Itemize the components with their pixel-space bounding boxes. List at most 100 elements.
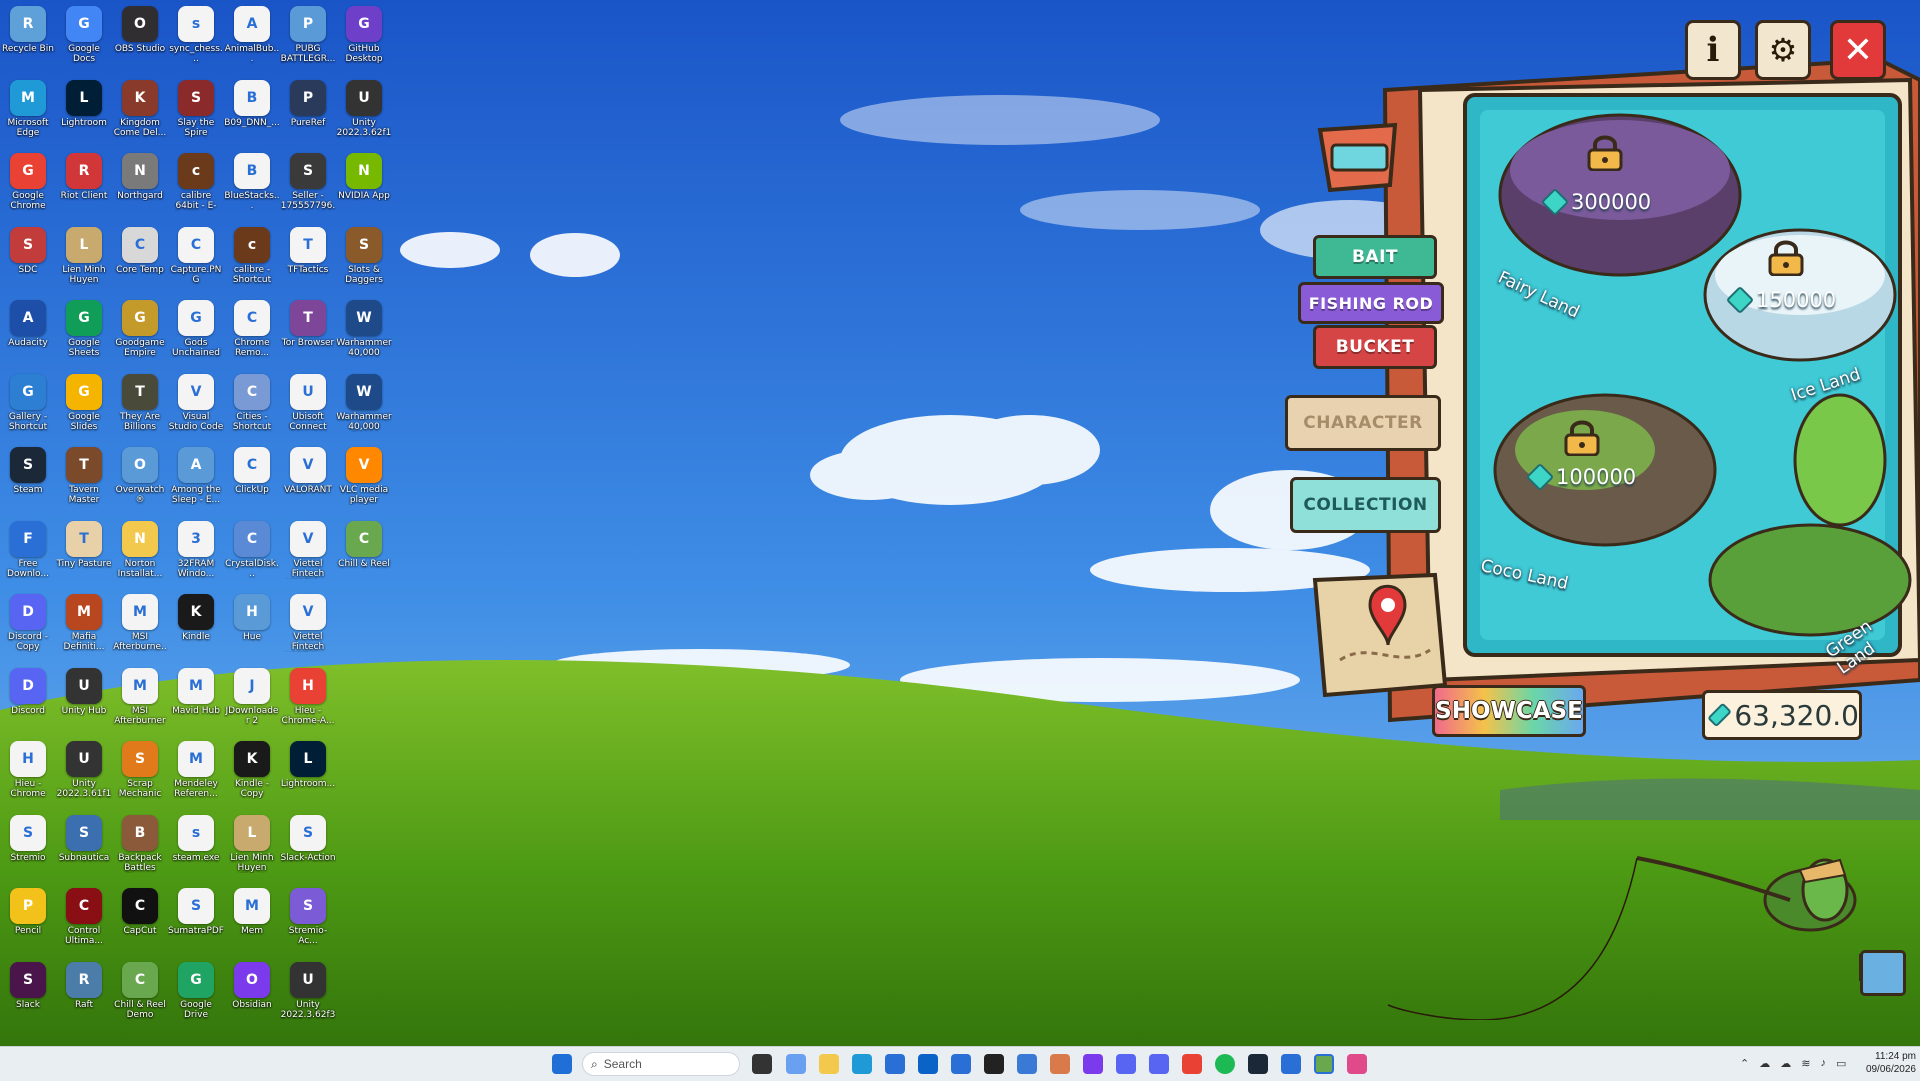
desktop-icon[interactable]: M Microsoft Edge [0, 76, 56, 148]
desktop-icon[interactable]: C Capture.PNG [168, 223, 224, 295]
desktop-icon[interactable]: L Lightroom [56, 76, 112, 148]
app-icon[interactable] [1281, 1054, 1301, 1074]
onedrive-icon[interactable]: ☁ [1780, 1057, 1791, 1071]
desktop-icon[interactable]: S Slots & Daggers [336, 223, 392, 295]
desktop-icon[interactable]: G Google Docs [56, 2, 112, 74]
desktop-icon[interactable]: M Mafia Definiti... [56, 590, 112, 662]
desktop-icon[interactable]: P PureRef [280, 76, 336, 148]
desktop-icon[interactable]: O OBS Studio [112, 2, 168, 74]
desktop-icon[interactable]: 3 32FRAM Windo... [168, 517, 224, 589]
desktop-icon[interactable]: K Kindle [168, 590, 224, 662]
chevron-up-icon[interactable]: ⌃ [1740, 1057, 1749, 1071]
desktop-icon[interactable]: O Obsidian [224, 958, 280, 1030]
desktop-icon[interactable]: M Mendeley Referen... [168, 737, 224, 809]
app-icon[interactable] [1116, 1054, 1136, 1074]
desktop-icon[interactable]: N Northgard [112, 149, 168, 221]
close-button[interactable]: ✕ [1830, 20, 1886, 80]
desktop-icon[interactable]: T TFTactics [280, 223, 336, 295]
desktop-icon[interactable]: C Chrome Remo... [224, 296, 280, 368]
app-icon[interactable] [1083, 1054, 1103, 1074]
map-pin-icon[interactable] [1315, 575, 1445, 695]
desktop-icon[interactable]: G Gods Unchained [168, 296, 224, 368]
desktop-icon[interactable]: C CrystalDisk... [224, 517, 280, 589]
desktop-icon[interactable]: P Pencil [0, 884, 56, 956]
desktop-icon[interactable]: ccalibre 64bit - E-book m... [168, 149, 224, 221]
desktop-icon[interactable]: K Kindle - Copy [224, 737, 280, 809]
store-icon[interactable] [885, 1054, 905, 1074]
desktop-icon[interactable]: N NVIDIA App [336, 149, 392, 221]
desktop-icon[interactable]: O Overwatch® [112, 443, 168, 515]
desktop-icon[interactable]: N Norton Installat... [112, 517, 168, 589]
desktop-icon[interactable]: R Raft [56, 958, 112, 1030]
desktop-icon[interactable]: SSeller - 175557796... [280, 149, 336, 221]
desktop-icon[interactable]: B BlueStacks... [224, 149, 280, 221]
chatgpt-icon[interactable] [984, 1054, 1004, 1074]
taskbar-search[interactable]: ⌕ Search [582, 1052, 740, 1076]
fish-bucket-icon[interactable] [1320, 125, 1395, 190]
desktop-icon[interactable]: A Audacity [0, 296, 56, 368]
tab-fishing-rod[interactable]: FISHING ROD [1298, 282, 1444, 324]
desktop-icon[interactable]: G Goodgame Empire [112, 296, 168, 368]
volume-icon[interactable]: ♪ [1820, 1057, 1826, 1071]
wifi-icon[interactable]: ≋ [1801, 1057, 1810, 1071]
desktop-icon[interactable]: S SumatraPDF [168, 884, 224, 956]
app-icon[interactable] [951, 1054, 971, 1074]
desktop-icon[interactable]: U Unity 2022.3.62f1 [336, 76, 392, 148]
desktop-icon[interactable]: G Google Sheets [56, 296, 112, 368]
desktop-icon[interactable]: U Unity Hub [56, 664, 112, 736]
desktop-icon[interactable]: C Cities - Shortcut [224, 370, 280, 442]
tab-bucket[interactable]: BUCKET [1313, 325, 1437, 369]
game-icon[interactable] [1314, 1054, 1334, 1074]
desktop-icon[interactable]: s sync_chess... [168, 2, 224, 74]
desktop-icon[interactable]: G Google Slides [56, 370, 112, 442]
desktop-icon[interactable]: LLien Minh Huyen Thoai [56, 223, 112, 295]
desktop-icon[interactable]: S Slay the Spire [168, 76, 224, 148]
journal-icon[interactable] [1860, 950, 1906, 996]
tray-icons[interactable]: ⌃ ☁ ☁ ≋ ♪ ▭ [1740, 1057, 1875, 1071]
outlook-icon[interactable] [918, 1054, 938, 1074]
desktop-icon[interactable]: G Google Drive [168, 958, 224, 1030]
desktop-icon[interactable]: T Tor Browser [280, 296, 336, 368]
desktop-icon[interactable]: R Recycle Bin [0, 2, 56, 74]
cloud-icon[interactable]: ☁ [1759, 1057, 1770, 1071]
desktop-icon[interactable]: S Steam [0, 443, 56, 515]
desktop-icon[interactable]: WWarhammer 40,000 Spa... [336, 296, 392, 368]
desktop-icon[interactable]: V VLC media player [336, 443, 392, 515]
spotify-icon[interactable] [1215, 1054, 1235, 1074]
desktop-icon[interactable]: U Unity 2022.3.62f3 [280, 958, 336, 1030]
desktop-icon[interactable]: S Stremio-Ac... [280, 884, 336, 956]
start-icon[interactable] [552, 1054, 572, 1074]
desktop-icon[interactable]: c calibre - Shortcut [224, 223, 280, 295]
desktop-icon[interactable]: K Kingdom Come Del... [112, 76, 168, 148]
file-explorer-icon[interactable] [819, 1054, 839, 1074]
desktop-icon[interactable]: S Slack-Action [280, 811, 336, 883]
desktop-icon[interactable]: R Riot Client [56, 149, 112, 221]
showcase-button[interactable]: SHOWCASE [1432, 685, 1586, 737]
desktop-icon[interactable]: C Chill & Reel [336, 517, 392, 589]
desktop-icon[interactable]: U Ubisoft Connect [280, 370, 336, 442]
desktop-icon[interactable]: U Unity 2022.3.61f1 [56, 737, 112, 809]
desktop-icon[interactable]: VViettel Fintech USBToken [280, 517, 336, 589]
desktop-icon[interactable]: MMSI Afterburne... [112, 590, 168, 662]
desktop-icon[interactable]: C CapCut [112, 884, 168, 956]
desktop-icon[interactable]: M MSI Afterburner [112, 664, 168, 736]
desktop-icon[interactable]: C Chill & Reel Demo [112, 958, 168, 1030]
clock[interactable]: 11:24 pm 09/06/2026 [1858, 1050, 1916, 1076]
settings-button[interactable]: ⚙ [1755, 20, 1811, 80]
desktop-icon[interactable]: LLien Minh Huyen Thoai [224, 811, 280, 883]
desktop-icon[interactable]: A AnimalBub... [224, 2, 280, 74]
tab-collection[interactable]: COLLECTION [1290, 477, 1441, 533]
info-button[interactable]: i [1685, 20, 1741, 80]
edge-icon[interactable] [852, 1054, 872, 1074]
desktop-icon[interactable]: C Control Ultima... [56, 884, 112, 956]
desktop-icon[interactable]: P PUBG BATTLEGR... [280, 2, 336, 74]
tab-character[interactable]: CHARACTER [1285, 395, 1441, 451]
app-icon[interactable] [1017, 1054, 1037, 1074]
desktop-icon[interactable]: D Discord [0, 664, 56, 736]
desktop-icon[interactable]: B B09_DNN_... [224, 76, 280, 148]
desktop-icon[interactable]: G Gallery - Shortcut [0, 370, 56, 442]
desktop-icon[interactable]: C ClickUp [224, 443, 280, 515]
chrome-icon[interactable] [1182, 1054, 1202, 1074]
desktop-icon[interactable]: A Among the Sleep - E... [168, 443, 224, 515]
desktop-icon[interactable]: VViettel Fintech USBToken-v... [280, 590, 336, 662]
